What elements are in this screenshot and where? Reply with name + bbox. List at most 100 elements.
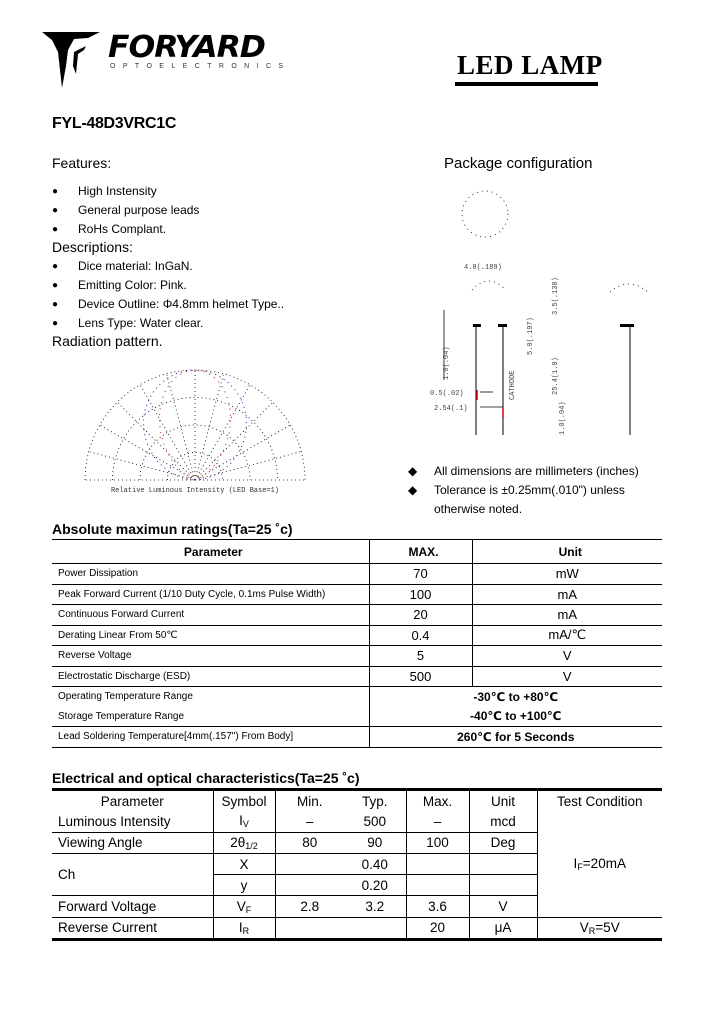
dim-pitch: 2.54(.1) bbox=[434, 405, 468, 413]
max-cell: 0.4 bbox=[368, 625, 472, 646]
max-cell: 5 bbox=[368, 645, 472, 667]
dim-min: 1.0(.04) bbox=[443, 346, 451, 380]
symbol-cell: IR bbox=[212, 916, 275, 942]
unit-cell: Deg bbox=[468, 831, 537, 854]
param-cell: Ch bbox=[52, 852, 213, 896]
param-cell: Lead Soldering Temperature[4mm(.157") Fr… bbox=[52, 726, 369, 748]
typ-cell: 0.40 bbox=[344, 852, 406, 875]
param-cell: Reverse Voltage bbox=[52, 645, 369, 667]
descriptions-heading: Descriptions: bbox=[52, 239, 133, 255]
polar-spoke bbox=[116, 401, 196, 481]
typ-cell: 90 bbox=[344, 831, 406, 854]
param-cell: Reverse Current bbox=[52, 916, 213, 942]
table-header-row: Parameter Symbol Min. Typ. Max. Unit Tes… bbox=[52, 788, 662, 812]
description-item: Lens Type: Water clear. bbox=[52, 314, 284, 333]
max-cell: 500 bbox=[368, 666, 472, 687]
features-list: High Instensity General purpose leads Ro… bbox=[52, 182, 199, 239]
min-cell: – bbox=[274, 811, 344, 833]
col-header: Typ. bbox=[344, 788, 406, 812]
col-header: Test Condition bbox=[536, 788, 662, 812]
param-cell: Forward Voltage bbox=[52, 895, 213, 918]
package-heading: Package configuration bbox=[444, 155, 593, 172]
table-row: Reverse Current IR 20 μA VR=5V bbox=[52, 916, 662, 942]
max-cell: 20 bbox=[405, 916, 469, 942]
col-header: Parameter bbox=[52, 788, 213, 812]
table-row: Reverse Voltage 5 V bbox=[52, 645, 662, 667]
abs-max-table: Parameter MAX. Unit Power Dissipation 70 m… bbox=[52, 539, 662, 748]
polar-spoke bbox=[194, 401, 274, 481]
min-cell: 80 bbox=[274, 831, 344, 854]
unit-cell: V bbox=[471, 666, 662, 687]
col-header: Parameter bbox=[52, 539, 369, 564]
table-row: Storage Temperature Range -40℃ to +100℃ bbox=[52, 706, 662, 727]
param-cell: Power Dissipation bbox=[52, 563, 369, 585]
dim-lead-length: 25.4(1.0) bbox=[552, 357, 560, 395]
abs-max-title: Absolute maximun ratings(Ta=25 ˚c) bbox=[52, 521, 293, 537]
cathode-label: CATHODE bbox=[509, 371, 517, 400]
electrical-table: Parameter Symbol Min. Typ. Max. Unit Tes… bbox=[52, 788, 662, 942]
unit-cell: V bbox=[471, 645, 662, 667]
table-row: Continuous Forward Current 20 mA bbox=[52, 604, 662, 626]
document-title: LED LAMP bbox=[457, 50, 603, 80]
table-row: Electrostatic Discharge (ESD) 500 V bbox=[52, 666, 662, 687]
unit-cell: mcd bbox=[468, 811, 537, 833]
dim-lead-width: 0.5(.02) bbox=[430, 390, 464, 398]
unit-cell: mA bbox=[471, 584, 662, 605]
param-cell: Continuous Forward Current bbox=[52, 604, 369, 626]
range-cell: -40℃ to +100℃ bbox=[368, 706, 662, 727]
table-row: Power Dissipation 70 mW bbox=[52, 563, 662, 585]
param-cell: Viewing Angle bbox=[52, 831, 213, 854]
max-cell: 100 bbox=[405, 831, 469, 854]
package-drawing: 4.8(.189) 0.5(.02) 2.54(.1) CATHODE 1.0(… bbox=[430, 190, 649, 435]
table-row: Derating Linear From 50℃ 0.4 mA/℃ bbox=[52, 625, 662, 646]
note-item: All dimensions are millimeters (inches) bbox=[408, 462, 665, 481]
range-cell: 260℃ for 5 Seconds bbox=[368, 726, 662, 748]
max-cell: 100 bbox=[368, 584, 472, 605]
dim-body: 5.0(.197) bbox=[527, 317, 535, 355]
polar-spoke bbox=[139, 384, 196, 481]
min-cell bbox=[274, 916, 344, 942]
typ-cell bbox=[344, 916, 406, 942]
param-cell: Operating Temperature Range bbox=[58, 691, 193, 703]
max-cell: 70 bbox=[368, 563, 472, 585]
min-cell: 2.8 bbox=[274, 895, 344, 918]
param-cell: Luminous Intensity bbox=[58, 813, 171, 829]
table-header-row: Parameter MAX. Unit bbox=[52, 539, 662, 564]
param-cell: Derating Linear From 50℃ bbox=[52, 625, 369, 646]
param-cell: Electrostatic Discharge (ESD) bbox=[52, 666, 369, 687]
dimension-notes: All dimensions are millimeters (inches) … bbox=[408, 462, 665, 519]
polar-spoke bbox=[166, 373, 196, 481]
brand-name: FORYARD bbox=[108, 30, 266, 65]
table-row: Operating Temperature Range -30℃ to +80℃ bbox=[52, 686, 662, 707]
col-header: Symbol bbox=[212, 788, 275, 812]
symbol-cell: 2θ1/2 bbox=[212, 831, 275, 854]
test-condition-cell: VR=5V bbox=[536, 916, 662, 942]
col-header: Unit bbox=[471, 539, 662, 564]
note-item: Tolerance is ±0.25mm(.010") unless other… bbox=[408, 481, 665, 519]
brand-subtitle: OPTOELECTRONICS bbox=[110, 63, 291, 70]
max-cell: – bbox=[405, 811, 469, 833]
symbol-cell: VF bbox=[212, 895, 275, 918]
unit-cell: mW bbox=[471, 563, 662, 585]
description-item: Dice material: InGaN. bbox=[52, 257, 284, 276]
col-header: Max. bbox=[405, 788, 469, 812]
description-item: Emitting Color: Pink. bbox=[52, 276, 284, 295]
unit-cell: mA/℃ bbox=[471, 625, 662, 646]
max-cell bbox=[405, 852, 469, 875]
unit-cell: mA bbox=[471, 604, 662, 626]
max-cell: 20 bbox=[368, 604, 472, 626]
table-row: Peak Forward Current (1/10 Duty Cycle, 0… bbox=[52, 584, 662, 605]
part-number: FYL-48D3VRC1C bbox=[52, 115, 177, 132]
electrical-title: Electrical and optical characteristics(T… bbox=[52, 770, 360, 786]
top-view-outline bbox=[461, 190, 509, 238]
polar-spoke bbox=[194, 424, 291, 481]
unit-cell bbox=[468, 852, 537, 875]
title-underline bbox=[455, 82, 598, 86]
col-header: Min. bbox=[274, 788, 344, 812]
radiation-pattern-diagram: Relative Luminous Intensity (LED Base=1) bbox=[84, 369, 306, 495]
descriptions-list: Dice material: InGaN. Emitting Color: Pi… bbox=[52, 257, 284, 333]
polar-spoke bbox=[88, 451, 196, 481]
param-cell: Peak Forward Current (1/10 Duty Cycle, 0… bbox=[52, 584, 369, 605]
table-row: Lead Soldering Temperature[4mm(.157") Fr… bbox=[52, 726, 662, 748]
radiation-caption: Relative Luminous Intensity (LED Base=1) bbox=[111, 487, 279, 495]
